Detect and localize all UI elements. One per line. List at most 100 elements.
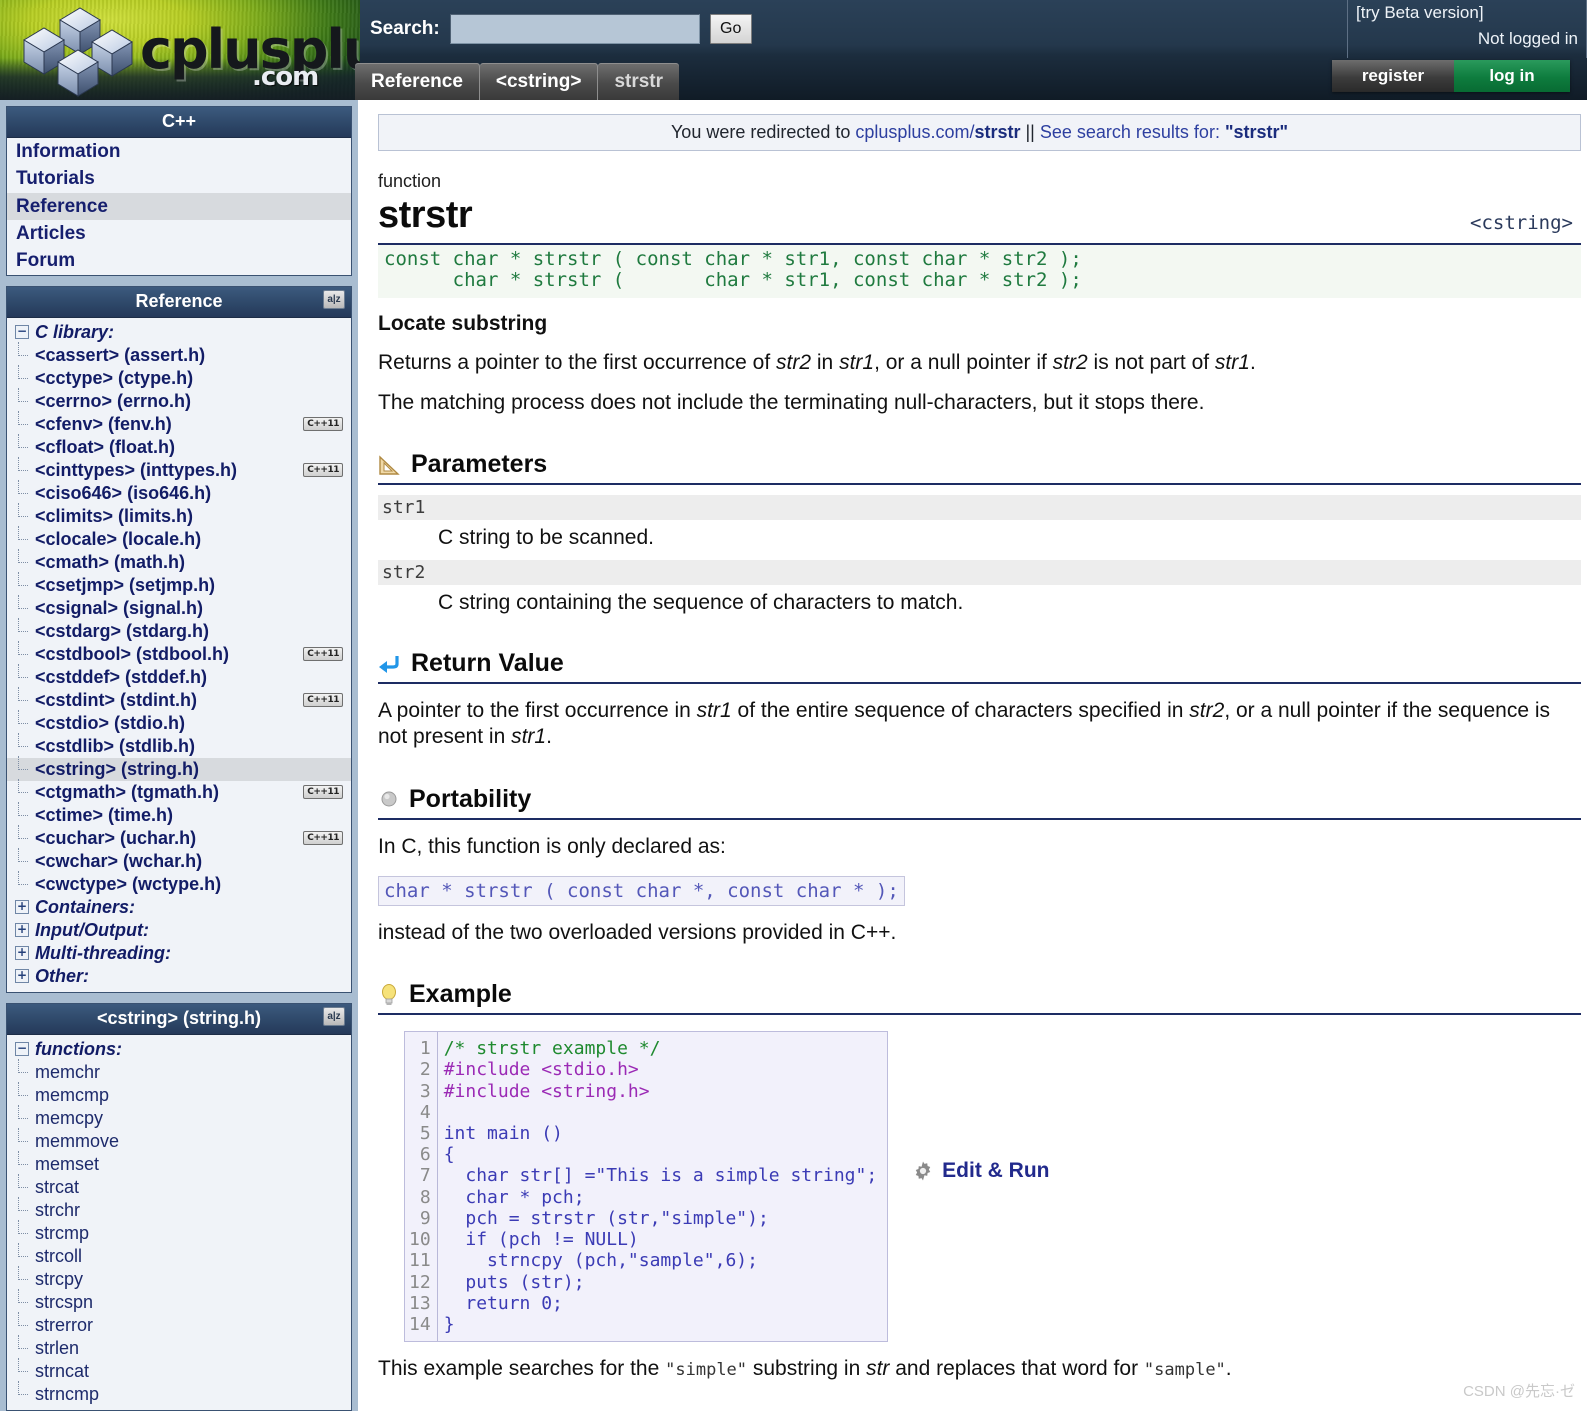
tree-item-function[interactable]: memmove — [7, 1128, 351, 1153]
section-header-example: Example — [378, 980, 1581, 1016]
expand-toggle-icon[interactable]: + — [15, 946, 29, 961]
breadcrumb-reference[interactable]: Reference — [355, 63, 480, 100]
tree-item-label: <cctype> (ctype.h) — [35, 367, 194, 388]
tree-leaf-icon — [15, 1266, 29, 1286]
tree-item-header[interactable]: <ctime> (time.h) — [7, 802, 351, 827]
sort-alphabetical-icon[interactable]: a|z — [323, 289, 345, 309]
tree-item-function[interactable]: strcmp — [7, 1220, 351, 1245]
ex-part-c: substring in — [747, 1357, 867, 1381]
rv-str1b: str1 — [511, 725, 547, 749]
search-results-link[interactable]: See search results for: — [1040, 122, 1225, 142]
tree-item-function[interactable]: strchr — [7, 1197, 351, 1222]
tree-item-header[interactable]: <cstddef> (stddef.h) — [7, 664, 351, 689]
collapse-toggle-icon[interactable]: − — [15, 325, 29, 340]
tree-item-header[interactable]: <cmath> (math.h) — [7, 549, 351, 574]
rv-part-a: A pointer to the first occurrence in — [378, 699, 697, 723]
reference-tree-panel: Reference a|z − C library: <cassert> (asse… — [6, 285, 352, 993]
expand-toggle-icon[interactable]: + — [15, 969, 29, 984]
tree-item-header[interactable]: <cerrno> (errno.h) — [7, 388, 351, 413]
collapse-toggle-icon[interactable]: − — [15, 1042, 29, 1057]
tree-category-label: Other: — [35, 965, 89, 986]
tree-item-header[interactable]: <cwctype> (wctype.h) — [7, 871, 351, 896]
edit-and-run-button[interactable]: Edit & Run — [912, 1159, 1050, 1183]
tree-item-header[interactable]: <cstdlib> (stdlib.h) — [7, 733, 351, 758]
tree-item-function[interactable]: strlen — [7, 1335, 351, 1360]
expand-toggle-icon[interactable]: + — [15, 923, 29, 938]
expand-toggle-icon[interactable]: + — [15, 900, 29, 915]
tree-item-header[interactable]: <ctgmath> (tgmath.h) C++11 — [7, 779, 351, 804]
tree-item-function[interactable]: strcspn — [7, 1289, 351, 1314]
tree-category[interactable]: + Multi-threading: — [7, 942, 351, 965]
tree-function-label: memset — [35, 1153, 100, 1174]
beta-version-link[interactable]: [try Beta version] — [1356, 3, 1484, 23]
tree-function-label: strcmp — [35, 1222, 89, 1243]
tree-item-header[interactable]: <cuchar> (uchar.h) C++11 — [7, 825, 351, 850]
login-button[interactable]: log in — [1454, 60, 1570, 92]
search-go-button[interactable]: Go — [709, 14, 752, 44]
breadcrumb-strstr[interactable]: strstr — [598, 63, 680, 100]
tree-item-function[interactable]: strncat — [7, 1358, 351, 1383]
tree-item-function[interactable]: memchr — [7, 1059, 351, 1084]
tree-item-header[interactable]: <cinttypes> (inttypes.h) C++11 — [7, 457, 351, 482]
sidebar-item-forum[interactable]: Forum — [7, 247, 351, 274]
tree-item-header[interactable]: <clocale> (locale.h) — [7, 526, 351, 551]
tree-item-header[interactable]: <cstring> (string.h) — [7, 756, 351, 781]
tree-leaf-icon — [15, 1220, 29, 1240]
tree-item-function[interactable]: memcpy — [7, 1105, 351, 1130]
tree-item-header[interactable]: <climits> (limits.h) — [7, 503, 351, 528]
tree-category[interactable]: + Input/Output: — [7, 919, 351, 942]
site-logo[interactable]: cplusplus .com — [0, 0, 360, 100]
tree-item-header[interactable]: <cctype> (ctype.h) — [7, 365, 351, 390]
ex-part-a: This example searches for the — [378, 1357, 666, 1381]
tree-item-function[interactable]: strcpy — [7, 1266, 351, 1291]
example-code-block[interactable]: 1 2 3 4 5 6 7 8 9 10 11 12 13 14 /* strs… — [404, 1031, 889, 1343]
tree-item-header[interactable]: <csetjmp> (setjmp.h) — [7, 572, 351, 597]
description-paragraph-1: Returns a pointer to the first occurrenc… — [378, 350, 1581, 376]
tree-item-label: <ctgmath> (tgmath.h) — [35, 781, 220, 802]
tree-category[interactable]: + Containers: — [7, 896, 351, 919]
tree-item-header[interactable]: <csignal> (signal.h) — [7, 595, 351, 620]
tree-item-function[interactable]: memcmp — [7, 1082, 351, 1107]
tree-leaf-icon — [15, 1059, 29, 1079]
tree-item-function[interactable]: memset — [7, 1151, 351, 1176]
tree-item-header[interactable]: <cfenv> (fenv.h) C++11 — [7, 411, 351, 436]
redirect-link-plain[interactable]: cplusplus.com/ — [855, 122, 974, 142]
tree-leaf-icon — [15, 733, 29, 753]
tree-item-function[interactable]: strncmp — [7, 1381, 351, 1406]
sidebar-item-information[interactable]: Information — [7, 138, 351, 165]
tree-root-functions[interactable]: − functions: — [7, 1038, 351, 1061]
tree-item-header[interactable]: <cstdbool> (stdbool.h) C++11 — [7, 641, 351, 666]
tree-item-header[interactable]: <cfloat> (float.h) — [7, 434, 351, 459]
search-input[interactable] — [449, 14, 700, 44]
sort-alphabetical-icon[interactable]: a|z — [323, 1006, 345, 1026]
tree-item-header[interactable]: <ciso646> (iso646.h) — [7, 480, 351, 505]
tree-leaf-icon — [15, 388, 29, 408]
tree-leaf-icon — [15, 664, 29, 684]
tree-item-function[interactable]: strerror — [7, 1312, 351, 1337]
sidebar-item-articles[interactable]: Articles — [7, 220, 351, 247]
tree-leaf-icon — [15, 1174, 29, 1194]
tree-item-label: <cwctype> (wctype.h) — [35, 873, 222, 894]
sidebar-item-tutorials[interactable]: Tutorials — [7, 165, 351, 192]
tree-leaf-icon — [15, 710, 29, 730]
tree-item-header[interactable]: <cassert> (assert.h) — [7, 342, 351, 367]
tree-item-header[interactable]: <cstdio> (stdio.h) — [7, 710, 351, 735]
tree-leaf-icon — [15, 1082, 29, 1102]
sidebar-item-reference[interactable]: Reference — [7, 192, 351, 221]
tree-item-label: <cstdlib> (stdlib.h) — [35, 735, 196, 756]
tree-item-function[interactable]: strcoll — [7, 1243, 351, 1268]
tree-leaf-icon — [15, 871, 29, 891]
tree-leaf-icon — [15, 1243, 29, 1263]
breadcrumb-cstring[interactable]: <cstring> — [479, 63, 599, 100]
tree-item-function[interactable]: strcat — [7, 1174, 351, 1199]
reference-tree: − C library: <cassert> (assert.h) <cctype> … — [7, 318, 351, 992]
tree-item-header[interactable]: <cstdarg> (stdarg.h) — [7, 618, 351, 643]
tree-item-header[interactable]: <cstdint> (stdint.h) C++11 — [7, 687, 351, 712]
tree-item-header[interactable]: <cwchar> (wchar.h) — [7, 848, 351, 873]
redirect-link-bold[interactable]: strstr — [974, 122, 1020, 142]
tree-root-c-library[interactable]: − C library: — [7, 321, 351, 344]
login-status-text: Not logged in — [1477, 29, 1578, 48]
register-button[interactable]: register — [1332, 60, 1454, 92]
tree-item-label: <clocale> (locale.h) — [35, 528, 202, 549]
tree-category[interactable]: + Other: — [7, 965, 351, 988]
